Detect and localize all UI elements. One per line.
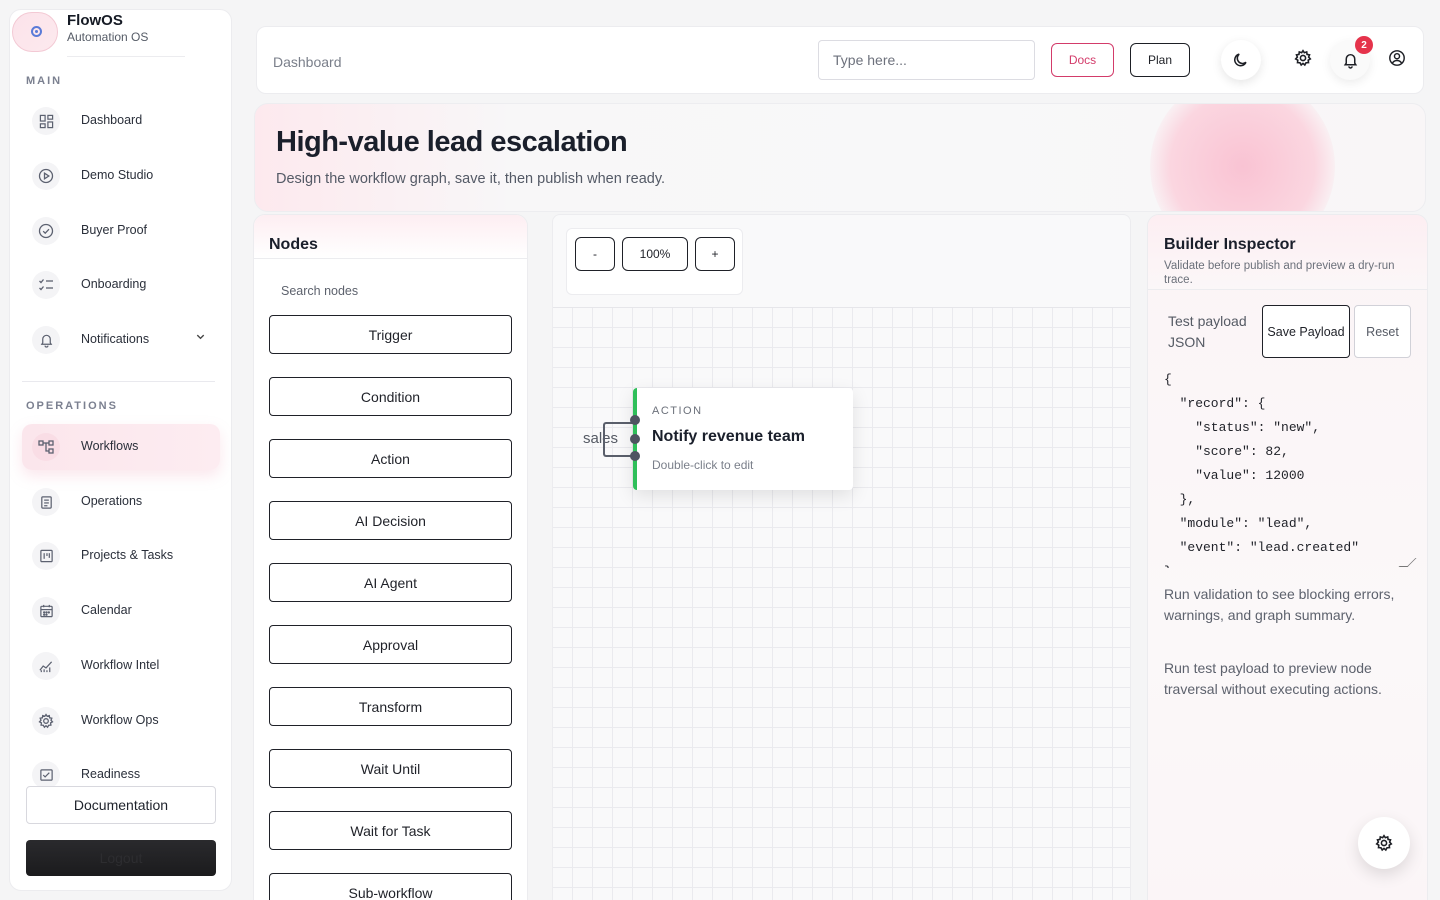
node-wait-until-button[interactable]: Wait Until (269, 749, 512, 788)
sidebar-item-label: Notifications (81, 332, 150, 346)
node-action-button[interactable]: Action (269, 439, 512, 478)
logout-button[interactable]: Logout (26, 840, 216, 876)
sidebar-item-notifications[interactable]: Notifications (22, 317, 220, 363)
top-bar: Dashboard Docs Plan 2 (256, 26, 1424, 94)
readiness-icon (32, 761, 60, 789)
workflow-node-card[interactable]: ACTION Notify revenue team Double-click … (630, 388, 853, 490)
node-port-bottom[interactable] (630, 451, 640, 461)
node-ai-agent-button[interactable]: AI Agent (269, 563, 512, 602)
node-trigger-button[interactable]: Trigger (269, 315, 512, 354)
check-badge-icon (32, 217, 60, 245)
page-title: High-value lead escalation (276, 126, 628, 158)
sidebar-item-buyer-proof[interactable]: Buyer Proof (22, 208, 220, 254)
sidebar-item-dashboard[interactable]: Dashboard (22, 98, 220, 144)
node-approval-button[interactable]: Approval (269, 625, 512, 664)
checklist-icon (32, 271, 60, 299)
gear-icon[interactable] (1283, 38, 1323, 78)
brand-divider (67, 56, 185, 57)
builder-inspector: Builder Inspector Validate before publis… (1147, 214, 1428, 900)
sidebar-item-label: Dashboard (81, 113, 143, 127)
kanban-icon (32, 542, 60, 570)
sidebar-item-label: Operations (81, 494, 143, 508)
section-label-main: MAIN (26, 75, 63, 87)
sidebar: FlowOS Automation OS MAIN Dashboard Demo… (9, 9, 232, 891)
settings-fab-gear-icon[interactable] (1358, 817, 1410, 869)
inspector-header: Builder Inspector Validate before publis… (1148, 215, 1427, 290)
chevron-down-icon[interactable] (195, 331, 206, 345)
node-wait-for-task-button[interactable]: Wait for Task (269, 811, 512, 850)
sidebar-item-label: Projects & Tasks (81, 548, 174, 562)
user-icon[interactable] (1377, 38, 1417, 78)
zoom-out-button[interactable]: - (575, 237, 615, 271)
node-title: Notify revenue team (652, 428, 805, 445)
brand-logo-icon (12, 12, 58, 52)
brand[interactable]: FlowOS Automation OS (10, 10, 231, 58)
decorative-blob (1150, 104, 1335, 211)
node-hint: Double-click to edit (652, 458, 754, 472)
calendar-icon (32, 597, 60, 625)
validation-note: Run validation to see blocking errors, w… (1164, 586, 1395, 623)
docs-button[interactable]: Docs (1051, 43, 1114, 77)
sidebar-item-projects-tasks[interactable]: Projects & Tasks (22, 533, 220, 579)
node-sub-workflow-button[interactable]: Sub-workflow (269, 873, 512, 900)
sidebar-item-label: Calendar (81, 603, 132, 617)
sidebar-item-workflow-intel[interactable]: Workflow Intel (22, 643, 220, 689)
nodes-panel-title: Nodes (269, 236, 318, 253)
sidebar-item-label: Demo Studio (81, 168, 154, 182)
page-subtitle: Design the workflow graph, save it, then… (276, 171, 666, 187)
workflow-canvas[interactable]: - 100% + sales ACTION Notify revenue tea… (552, 214, 1131, 900)
node-type: ACTION (652, 405, 703, 417)
nodes-panel-header: Nodes (254, 215, 527, 259)
node-ai-decision-button[interactable]: AI Decision (269, 501, 512, 540)
reset-button[interactable]: Reset (1354, 305, 1411, 358)
node-search-input[interactable] (269, 278, 513, 304)
search-input[interactable] (818, 40, 1035, 80)
inspector-subtitle: Validate before publish and preview a dr… (1164, 260, 1395, 286)
notification-badge: 2 (1355, 36, 1373, 54)
save-payload-button[interactable]: Save Payload (1262, 305, 1350, 358)
breadcrumb[interactable]: Dashboard (273, 54, 342, 70)
sidebar-item-label: Onboarding (81, 277, 147, 291)
node-port-input[interactable] (630, 434, 640, 444)
sidebar-divider (22, 381, 215, 382)
sidebar-item-demo-studio[interactable]: Demo Studio (22, 153, 220, 199)
sidebar-item-workflows[interactable]: Workflows (22, 424, 220, 470)
gear-icon (32, 707, 60, 735)
node-port-top[interactable] (630, 415, 640, 425)
sidebar-item-calendar[interactable]: Calendar (22, 588, 220, 634)
sidebar-item-operations[interactable]: Operations (22, 479, 220, 525)
node-condition-button[interactable]: Condition (269, 377, 512, 416)
nodes-panel: Nodes Trigger Condition Action AI Decisi… (253, 214, 528, 900)
sidebar-item-label: Workflow Intel (81, 658, 160, 672)
sidebar-item-label: Readiness (81, 767, 141, 781)
sidebar-item-label: Buyer Proof (81, 223, 148, 237)
plan-button[interactable]: Plan (1130, 43, 1190, 77)
zoom-reset-button[interactable]: 100% (622, 237, 688, 271)
brand-subtitle: Automation OS (67, 30, 149, 44)
page-header: High-value lead escalation Design the wo… (254, 103, 1426, 212)
documentation-button[interactable]: Documentation (26, 786, 216, 824)
preview-note: Run test payload to preview node travers… (1164, 660, 1382, 697)
bell-icon (32, 326, 60, 354)
brand-title: FlowOS (67, 12, 123, 29)
grid-icon (32, 107, 60, 135)
sidebar-item-onboarding[interactable]: Onboarding (22, 262, 220, 308)
sidebar-item-workflow-ops[interactable]: Workflow Ops (22, 698, 220, 744)
sidebar-item-label: Workflows (81, 439, 139, 453)
zoom-in-button[interactable]: + (695, 237, 735, 271)
payload-json-editor[interactable]: { "record": { "status": "new", "score": … (1164, 368, 1412, 568)
play-icon (32, 162, 60, 190)
section-label-operations: OPERATIONS (26, 400, 118, 412)
clipboard-icon (32, 488, 60, 516)
sidebar-item-label: Workflow Ops (81, 713, 159, 727)
chart-icon (32, 652, 60, 680)
moon-icon[interactable] (1221, 40, 1261, 80)
inspector-title: Builder Inspector (1164, 236, 1296, 253)
payload-label: Test payload JSON (1168, 313, 1247, 350)
zoom-controls: - 100% + (566, 228, 743, 295)
node-transform-button[interactable]: Transform (269, 687, 512, 726)
workflow-icon (32, 433, 60, 461)
